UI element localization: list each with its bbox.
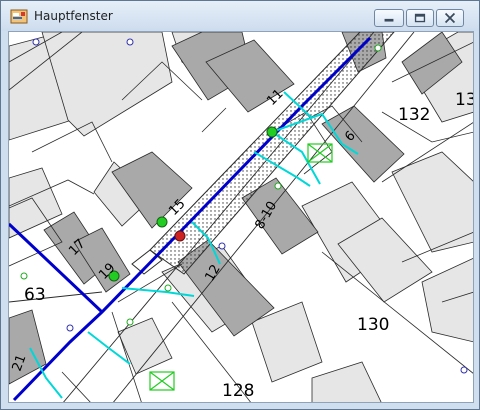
app-icon bbox=[10, 9, 28, 24]
survey-point[interactable] bbox=[164, 284, 172, 292]
main-window: Hauptfenster 63 130 128 132 13 11 6 15 8… bbox=[0, 0, 480, 410]
node-green[interactable] bbox=[156, 216, 168, 228]
maximize-button[interactable] bbox=[406, 9, 434, 27]
boundary-point[interactable] bbox=[218, 242, 226, 250]
boundary-point[interactable] bbox=[460, 366, 468, 374]
survey-point[interactable] bbox=[20, 272, 28, 280]
parcel-area[interactable] bbox=[311, 361, 382, 403]
map-view[interactable]: 63 130 128 132 13 11 6 15 8-10 17 19 12 … bbox=[9, 32, 474, 403]
node-green[interactable] bbox=[266, 126, 278, 138]
parcel-boundary bbox=[201, 107, 227, 133]
boundary-point[interactable] bbox=[32, 38, 40, 46]
minimize-icon bbox=[384, 18, 394, 22]
parcel-label-13: 13 bbox=[455, 90, 474, 110]
parcel-label-130: 130 bbox=[357, 315, 389, 335]
close-icon bbox=[444, 12, 456, 24]
boundary-point[interactable] bbox=[126, 38, 134, 46]
survey-point[interactable] bbox=[126, 318, 134, 326]
map-canvas[interactable]: 63 130 128 132 13 11 6 15 8-10 17 19 12 … bbox=[8, 31, 474, 403]
title-bar[interactable]: Hauptfenster bbox=[1, 1, 479, 31]
survey-point[interactable] bbox=[274, 182, 282, 190]
boundary-point[interactable] bbox=[66, 324, 74, 332]
node-red[interactable] bbox=[174, 230, 186, 242]
parcel-label-63: 63 bbox=[24, 285, 46, 305]
cross-marker-lines bbox=[307, 143, 333, 163]
parcel-label-128: 128 bbox=[222, 381, 254, 401]
minimize-button[interactable] bbox=[374, 9, 404, 27]
survey-point[interactable] bbox=[374, 44, 382, 52]
restore-icon bbox=[414, 13, 426, 23]
parcel-label-132: 132 bbox=[398, 105, 430, 125]
parcel-area[interactable] bbox=[117, 317, 173, 375]
close-button[interactable] bbox=[436, 9, 464, 27]
cross-marker-lines bbox=[149, 371, 175, 391]
window-title: Hauptfenster bbox=[34, 9, 113, 23]
